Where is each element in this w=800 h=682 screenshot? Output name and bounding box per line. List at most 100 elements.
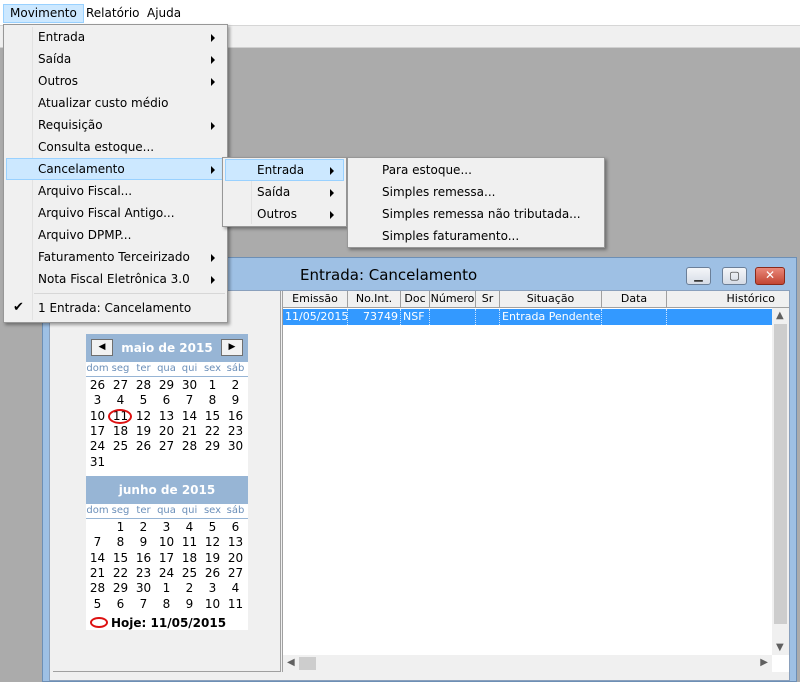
calendar-day[interactable]: 2 [132,520,155,535]
calendar-day[interactable]: 6 [155,393,178,408]
calendar-day[interactable]: 13 [224,535,247,550]
calendar-day[interactable]: 21 [86,566,109,581]
calendar-day[interactable]: 25 [109,439,132,454]
calendar-day[interactable]: 7 [86,535,109,550]
subsubmenu-item-3[interactable]: Simples faturamento... [350,225,602,247]
calendar-day[interactable]: 17 [86,424,109,439]
menu-item-1[interactable]: Saída [6,48,225,70]
calendar-day[interactable]: 4 [224,581,247,596]
calendar-day[interactable]: 22 [109,566,132,581]
calendar-day[interactable]: 1 [155,581,178,596]
column-header-5[interactable]: Situação [500,291,602,308]
menu-ajuda[interactable]: Ajuda [141,4,187,23]
vertical-scroll-thumb[interactable] [774,324,787,624]
calendar-day[interactable]: 4 [178,520,201,535]
calendar-day[interactable]: 27 [155,439,178,454]
menu-item-3[interactable]: Atualizar custo médio [6,92,225,114]
column-header-3[interactable]: Número [430,291,476,308]
calendar-day[interactable]: 23 [224,424,247,439]
menu-item-9[interactable]: Arquivo DPMP... [6,224,225,246]
column-header-0[interactable]: Emissão [283,291,348,308]
calendar-day[interactable]: 17 [155,551,178,566]
calendar-day[interactable]: 21 [178,424,201,439]
calendar-day[interactable]: 19 [201,551,224,566]
calendar-day[interactable]: 7 [132,597,155,612]
calendar-next-button[interactable]: ▶ [221,339,243,356]
calendar-day[interactable]: 30 [224,439,247,454]
calendar-day[interactable]: 10 [201,597,224,612]
calendar-day[interactable]: 10 [86,409,109,424]
submenu-item-0[interactable]: Entrada [225,159,344,181]
column-header-6[interactable]: Data [602,291,667,308]
menu-movimento[interactable]: Movimento [3,4,84,23]
table-row[interactable]: 11/05/2015 73749 NSF Entrada Pendente [283,309,772,325]
calendar-day[interactable]: 26 [86,378,109,393]
calendar-day[interactable]: 29 [109,581,132,596]
calendar-day[interactable]: 3 [86,393,109,408]
calendar-day[interactable]: 4 [109,393,132,408]
calendar-day[interactable]: 29 [155,378,178,393]
subsubmenu-item-0[interactable]: Para estoque... [350,159,602,181]
calendar-day[interactable]: 5 [201,520,224,535]
calendar-day[interactable]: 11 [178,535,201,550]
column-header-2[interactable]: Doc [401,291,430,308]
calendar-day[interactable]: 20 [224,551,247,566]
calendar-day[interactable]: 26 [201,566,224,581]
calendar-prev-button[interactable]: ◀ [91,339,113,356]
calendar-day[interactable]: 3 [155,520,178,535]
vertical-scrollbar[interactable]: ▲ ▼ [772,308,789,655]
calendar-day[interactable]: 12 [201,535,224,550]
calendar-day[interactable]: 25 [178,566,201,581]
menu-item-2[interactable]: Outros [6,70,225,92]
submenu-item-2[interactable]: Outros [225,203,344,225]
column-header-1[interactable]: No.Int. [348,291,401,308]
calendar-day[interactable]: 8 [109,535,132,550]
column-header-7[interactable]: Histórico [667,291,777,308]
scroll-up-icon[interactable]: ▲ [776,310,784,321]
calendar-day[interactable]: 7 [178,393,201,408]
subsubmenu-item-2[interactable]: Simples remessa não tributada... [350,203,602,225]
calendar-day[interactable]: 6 [224,520,247,535]
calendar-day[interactable]: 28 [86,581,109,596]
calendar-day[interactable]: 12 [132,409,155,424]
subsubmenu-item-1[interactable]: Simples remessa... [350,181,602,203]
scroll-left-icon[interactable]: ◀ [287,657,295,668]
calendar-day[interactable]: 18 [109,424,132,439]
calendar-day[interactable]: 26 [132,439,155,454]
calendar-day[interactable]: 23 [132,566,155,581]
menu-relatorio[interactable]: Relatório [80,4,146,23]
minimize-button[interactable]: ▁ [686,267,711,285]
menu-item-0[interactable]: Entrada [6,26,225,48]
calendar-day[interactable]: 31 [86,455,109,470]
calendar-day[interactable]: 2 [224,378,247,393]
calendar-day[interactable]: 9 [178,597,201,612]
scroll-down-icon[interactable]: ▼ [776,642,784,653]
menu-item-7[interactable]: Arquivo Fiscal... [6,180,225,202]
calendar-day[interactable]: 10 [155,535,178,550]
maximize-button[interactable]: ▢ [722,267,747,285]
menu-item-8[interactable]: Arquivo Fiscal Antigo... [6,202,225,224]
horizontal-scroll-thumb[interactable] [299,657,316,670]
calendar-day[interactable]: 30 [132,581,155,596]
calendar-day[interactable]: 2 [178,581,201,596]
horizontal-scrollbar[interactable]: ◀ ▶ [283,655,772,672]
calendar-day[interactable]: 24 [155,566,178,581]
calendar-day[interactable]: 16 [132,551,155,566]
calendar-day[interactable]: 28 [132,378,155,393]
calendar-day[interactable]: 27 [109,378,132,393]
calendar-day[interactable]: 11 [224,597,247,612]
calendar-day[interactable]: 30 [178,378,201,393]
calendar-day[interactable]: 27 [224,566,247,581]
menu-item-window[interactable]: ✔ 1 Entrada: Cancelamento [6,297,225,319]
menu-item-5[interactable]: Consulta estoque... [6,136,225,158]
calendar-day[interactable]: 14 [178,409,201,424]
menu-item-11[interactable]: Nota Fiscal Eletrônica 3.0 [6,268,225,290]
calendar-day[interactable]: 16 [224,409,247,424]
calendar-day[interactable]: 5 [86,597,109,612]
scroll-right-icon[interactable]: ▶ [760,657,768,668]
calendar-day[interactable]: 5 [132,393,155,408]
menu-item-10[interactable]: Faturamento Terceirizado [6,246,225,268]
column-header-4[interactable]: Sr [476,291,500,308]
calendar-day[interactable]: 29 [201,439,224,454]
calendar-day[interactable]: 14 [86,551,109,566]
